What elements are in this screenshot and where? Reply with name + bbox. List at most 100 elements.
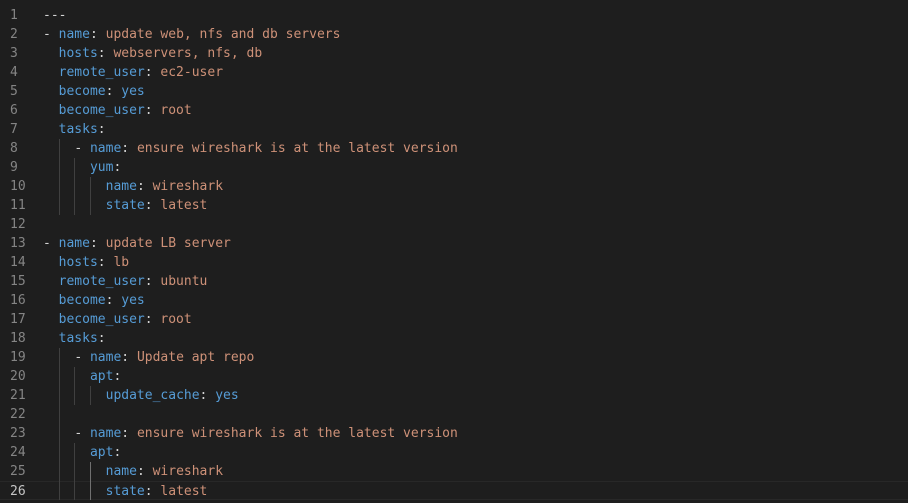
line-content: apt: (43, 367, 121, 386)
line-number: 23 (10, 426, 26, 441)
yaml-value: root (160, 103, 192, 118)
indent-guide (89, 386, 91, 405)
code-line[interactable]: 8 - name: ensure wireshark is at the lat… (0, 139, 908, 158)
yaml-punctuation: : (144, 274, 161, 289)
yaml-key: become (58, 84, 106, 99)
line-number: 4 (10, 65, 18, 80)
code-line[interactable]: 13 - name: update LB server (0, 234, 908, 253)
yaml-value: update web, nfs and db servers (105, 27, 341, 42)
indent-guide (74, 367, 76, 405)
code-line[interactable]: 21 update_cache: yes (0, 386, 908, 405)
yaml-punctuation: : (136, 464, 153, 479)
code-line[interactable]: 4 remote_user: ec2-user (0, 63, 908, 82)
yaml-punctuation: : (144, 312, 161, 327)
code-line[interactable]: 26 state: latest (0, 481, 908, 500)
yaml-key: apt (89, 369, 114, 384)
code-editor[interactable]: 1 --- 2- name: update web, nfs and db serv… (0, 0, 908, 503)
yaml-punctuation: : (199, 388, 216, 403)
code-line[interactable]: 2 - name: update web, nfs and db servers (0, 25, 908, 44)
yaml-value: wireshark (152, 179, 224, 194)
line-number: 19 (10, 350, 26, 365)
yaml-punctuation: : (121, 141, 137, 156)
line-content: become: yes (43, 82, 145, 101)
yaml-key: yum (89, 160, 114, 175)
line-number: 21 (10, 388, 26, 403)
line-content: state: latest (43, 482, 208, 501)
yaml-punctuation: : (105, 293, 122, 308)
code-line[interactable]: 23 - name: ensure wireshark is at the la… (0, 424, 908, 443)
line-content: remote_user: ec2-user (43, 63, 223, 82)
yaml-key: become (58, 293, 106, 308)
line-content: update_cache: yes (43, 386, 239, 405)
line-content: become_user: root (43, 310, 192, 329)
yaml-key: remote_user (58, 274, 145, 289)
line-content: hosts: webservers, nfs, db (43, 44, 263, 63)
yaml-value: latest (160, 484, 208, 499)
code-line[interactable]: 19 - name: Update apt repo (0, 348, 908, 367)
yaml-value: latest (160, 198, 208, 213)
indent-guide (89, 177, 91, 215)
code-line[interactable]: 20 apt: (0, 367, 908, 386)
code-line[interactable]: 1 --- (0, 6, 908, 25)
line-number: 24 (10, 445, 26, 460)
yaml-value: ensure wireshark is at the latest versio… (136, 141, 458, 156)
yaml-value: Update apt repo (136, 350, 255, 365)
line-number: 12 (10, 217, 26, 232)
line-number: 5 (10, 84, 18, 99)
yaml-value: ec2-user (160, 65, 224, 80)
line-content: - name: Update apt repo (43, 348, 254, 367)
code-line[interactable]: 16 become: yes (0, 291, 908, 310)
code-line[interactable]: 7 tasks: (0, 120, 908, 139)
line-number: 22 (10, 407, 26, 422)
yaml-key: state (105, 484, 145, 499)
yaml-punctuation: : (113, 160, 122, 175)
yaml-punctuation: : (144, 103, 161, 118)
line-content: - name: update LB server (43, 234, 231, 253)
line-number: 6 (10, 103, 18, 118)
line-content: tasks: (43, 120, 106, 139)
indent-guide (58, 348, 60, 500)
yaml-key: name (89, 350, 122, 365)
yaml-key: hosts (58, 255, 98, 270)
indent-guide (89, 462, 91, 500)
yaml-value: update LB server (105, 236, 231, 251)
yaml-key: tasks (58, 122, 98, 137)
line-content: tasks: (43, 329, 106, 348)
code-line[interactable]: 6 become_user: root (0, 101, 908, 120)
yaml-punctuation: : (97, 46, 114, 61)
code-line[interactable]: 12 (0, 215, 908, 234)
yaml-key: become_user (58, 103, 145, 118)
yaml-punctuation: : (113, 445, 122, 460)
line-content: hosts: lb (43, 253, 129, 272)
code-line[interactable]: 3 hosts: webservers, nfs, db (0, 44, 908, 63)
code-line[interactable]: 11 state: latest (0, 196, 908, 215)
code-line[interactable]: 15 remote_user: ubuntu (0, 272, 908, 291)
code-line[interactable]: 10 name: wireshark (0, 177, 908, 196)
yaml-punctuation: : (89, 27, 106, 42)
code-line[interactable]: 25 name: wireshark (0, 462, 908, 481)
yaml-punctuation: - (74, 141, 90, 156)
code-line[interactable]: 14 hosts: lb (0, 253, 908, 272)
yaml-punctuation: - (74, 426, 90, 441)
code-line[interactable]: 18 tasks: (0, 329, 908, 348)
yaml-punctuation: : (105, 84, 122, 99)
code-line[interactable]: 24 apt: (0, 443, 908, 462)
line-number: 7 (10, 122, 18, 137)
yaml-punctuation: - (43, 27, 59, 42)
yaml-punctuation: : (144, 484, 161, 499)
yaml-punctuation: : (89, 236, 106, 251)
code-line[interactable]: 9 yum: (0, 158, 908, 177)
line-number: 8 (10, 141, 18, 156)
code-line[interactable]: 17 become_user: root (0, 310, 908, 329)
line-number: 3 (10, 46, 18, 61)
code-line[interactable]: 22 (0, 405, 908, 424)
line-number: 26 (10, 484, 26, 499)
yaml-value: ensure wireshark is at the latest versio… (136, 426, 458, 441)
line-content: become: yes (43, 291, 145, 310)
indent-guide (74, 443, 76, 500)
line-number: 11 (10, 198, 26, 213)
yaml-punctuation: : (97, 122, 106, 137)
code-line[interactable]: 5 become: yes (0, 82, 908, 101)
line-number: 13 (10, 236, 26, 251)
line-content: --- (43, 6, 66, 25)
